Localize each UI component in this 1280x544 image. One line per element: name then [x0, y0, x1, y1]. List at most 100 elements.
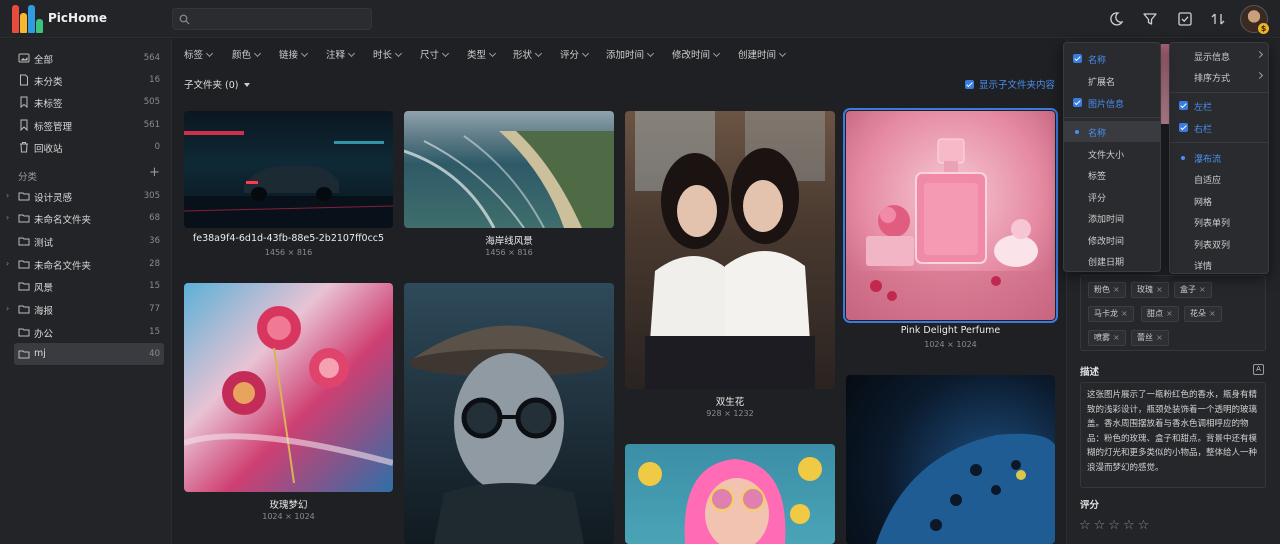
- image-thumbnail-car[interactable]: [184, 111, 393, 228]
- filter-type[interactable]: 类型: [467, 47, 497, 61]
- sidebar-item-tag-management[interactable]: 标签管理 561: [14, 114, 164, 136]
- rating-stars[interactable]: ☆☆☆☆☆: [1079, 518, 1152, 533]
- user-avatar[interactable]: $: [1240, 5, 1269, 34]
- menu-item-right-panel[interactable]: 右栏: [1170, 117, 1268, 138]
- tags-box[interactable]: 粉色 × 玫瑰 × 盒子 × 马卡龙 × 甜点 × 花朵 × 喷雾 × 蕾丝 ×: [1080, 275, 1266, 351]
- tag-chip[interactable]: 马卡龙 ×: [1088, 306, 1134, 322]
- chevron-right-icon[interactable]: ›: [6, 191, 9, 200]
- menu-item-layout-list-single[interactable]: 列表单列: [1170, 211, 1268, 232]
- tag-chip[interactable]: 玫瑰 ×: [1131, 282, 1169, 298]
- menu-item-display-info[interactable]: 显示信息: [1170, 45, 1268, 66]
- menu-item-layout-list-double[interactable]: 列表双列: [1170, 233, 1268, 254]
- image-thumbnail-coast[interactable]: [404, 111, 614, 228]
- image-thumbnail-pink-hair[interactable]: [625, 444, 835, 544]
- filter-added-time[interactable]: 添加时间: [606, 47, 655, 61]
- pink-hair-illustration: [638, 457, 822, 544]
- card-dimensions: 928 × 1232: [706, 409, 754, 418]
- sort-icon[interactable]: [1209, 10, 1227, 28]
- chevron-down-icon: [534, 49, 543, 58]
- menu-item-sort-added-time[interactable]: 添加时间: [1064, 207, 1160, 228]
- category-section-title: 分类: [18, 172, 38, 183]
- filter-modified-time[interactable]: 修改时间: [672, 47, 721, 61]
- image-thumbnail-boy-glasses[interactable]: [404, 283, 614, 544]
- filter-duration[interactable]: 时长: [373, 47, 403, 61]
- tag-chip[interactable]: 甜点 ×: [1141, 306, 1179, 322]
- remove-tag-icon: ×: [1113, 333, 1120, 342]
- tag-chip[interactable]: 粉色 ×: [1088, 282, 1126, 298]
- folder-item-unnamed-2[interactable]: › 未命名文件夹 28: [6, 253, 164, 275]
- sidebar-item-label: 全部: [34, 55, 54, 66]
- folder-icon: [18, 282, 30, 291]
- tag-chip[interactable]: 花朵 ×: [1184, 306, 1222, 322]
- filter-color[interactable]: 颜色: [232, 47, 262, 61]
- menu-item-sort-file-size[interactable]: 文件大小: [1064, 143, 1160, 164]
- search-input[interactable]: [172, 8, 372, 30]
- menu-item-sort-tags[interactable]: 标签: [1064, 164, 1160, 185]
- folder-count: 305: [143, 191, 160, 201]
- folder-item-mj[interactable]: mj 40: [14, 343, 164, 365]
- filter-size[interactable]: 尺寸: [420, 47, 450, 61]
- folder-item-design[interactable]: › 设计灵感 305: [6, 185, 164, 207]
- subfolder-toggle[interactable]: 子文件夹 (0): [184, 77, 251, 91]
- menu-item-layout-adaptive[interactable]: 自适应: [1170, 168, 1268, 189]
- folder-label: 测试: [34, 238, 54, 249]
- menu-item-sort-name[interactable]: 名称: [1064, 121, 1160, 142]
- menu-item-show-name[interactable]: 名称: [1064, 48, 1160, 69]
- trash-icon: [20, 142, 28, 153]
- image-thumbnail-leopard[interactable]: [846, 375, 1055, 544]
- folder-count: 15: [149, 281, 160, 291]
- boy-illustration: [409, 325, 609, 544]
- filter-created-time[interactable]: 创建时间: [738, 47, 787, 61]
- show-subfolder-checkbox[interactable]: 显示子文件夹内容: [965, 77, 1055, 91]
- image-thumbnail-twins[interactable]: [625, 111, 835, 389]
- menu-item-layout-detail[interactable]: 详情: [1170, 254, 1268, 275]
- menu-item-show-extension[interactable]: 扩展名: [1064, 70, 1160, 91]
- tag-chip[interactable]: 盒子 ×: [1174, 282, 1212, 298]
- folder-item-poster[interactable]: › 海报 77: [6, 298, 164, 320]
- chevron-right-icon[interactable]: ›: [6, 304, 9, 313]
- chevron-down-icon: [394, 49, 403, 58]
- folder-label: 设计灵感: [34, 193, 73, 204]
- sidebar-item-all[interactable]: 全部 564: [14, 47, 164, 69]
- sidebar-item-label: 回收站: [34, 144, 63, 155]
- sidebar-item-count: 0: [154, 142, 160, 152]
- menu-item-left-panel[interactable]: 左栏: [1170, 95, 1268, 116]
- checkbox-icon[interactable]: [1176, 10, 1194, 28]
- folder-item-office[interactable]: 办公 15: [14, 321, 164, 343]
- image-thumbnail-rose[interactable]: [184, 283, 393, 492]
- moon-icon[interactable]: [1107, 10, 1125, 28]
- tag-chip[interactable]: 喷雾 ×: [1088, 330, 1126, 346]
- filter-link[interactable]: 链接: [279, 47, 309, 61]
- folder-item-landscape[interactable]: 风景 15: [14, 275, 164, 297]
- menu-item-sort-modified-time[interactable]: 修改时间: [1064, 229, 1160, 250]
- menu-item-sort-by[interactable]: 排序方式: [1170, 66, 1268, 87]
- filter-icon[interactable]: [1141, 10, 1159, 28]
- chevron-right-icon[interactable]: ›: [6, 213, 9, 222]
- filter-shape[interactable]: 形状: [513, 47, 543, 61]
- folder-label: 未命名文件夹: [34, 215, 92, 226]
- description-textarea[interactable]: 这张图片展示了一瓶粉红色的香水，瓶身有精致的浅彩设计，瓶颈处装饰着一个透明的玻璃…: [1080, 382, 1266, 488]
- menu-item-sort-created-date[interactable]: 创建日期: [1064, 250, 1160, 271]
- checkbox-checked-icon: [1179, 101, 1188, 110]
- chevron-right-icon[interactable]: ›: [6, 259, 9, 268]
- sidebar-item-uncategorized[interactable]: 未分类 16: [14, 69, 164, 91]
- folder-icon: [18, 328, 30, 337]
- add-category-icon[interactable]: +: [149, 165, 160, 180]
- remove-tag-icon: ×: [1199, 285, 1206, 294]
- ai-generate-icon[interactable]: A: [1253, 364, 1264, 375]
- menu-item-show-image-info[interactable]: 图片信息: [1064, 92, 1160, 113]
- folder-item-unnamed-1[interactable]: › 未命名文件夹 68: [6, 207, 164, 229]
- menu-item-layout-waterfall[interactable]: 瀑布流: [1170, 147, 1268, 168]
- sidebar-item-untagged[interactable]: 未标签 505: [14, 91, 164, 113]
- sidebar-item-trash[interactable]: 回收站 0: [14, 136, 164, 158]
- image-thumbnail-perfume[interactable]: [843, 108, 1058, 323]
- menu-item-sort-rating[interactable]: 评分: [1064, 186, 1160, 207]
- menu-divider: [1170, 92, 1268, 93]
- top-bar: PicHome $: [0, 0, 1280, 38]
- filter-tags[interactable]: 标签: [184, 47, 214, 61]
- menu-item-layout-grid[interactable]: 网格: [1170, 190, 1268, 211]
- filter-rating[interactable]: 评分: [560, 47, 590, 61]
- filter-note[interactable]: 注释: [326, 47, 356, 61]
- folder-item-test[interactable]: 测试 36: [14, 230, 164, 252]
- tag-chip[interactable]: 蕾丝 ×: [1131, 330, 1169, 346]
